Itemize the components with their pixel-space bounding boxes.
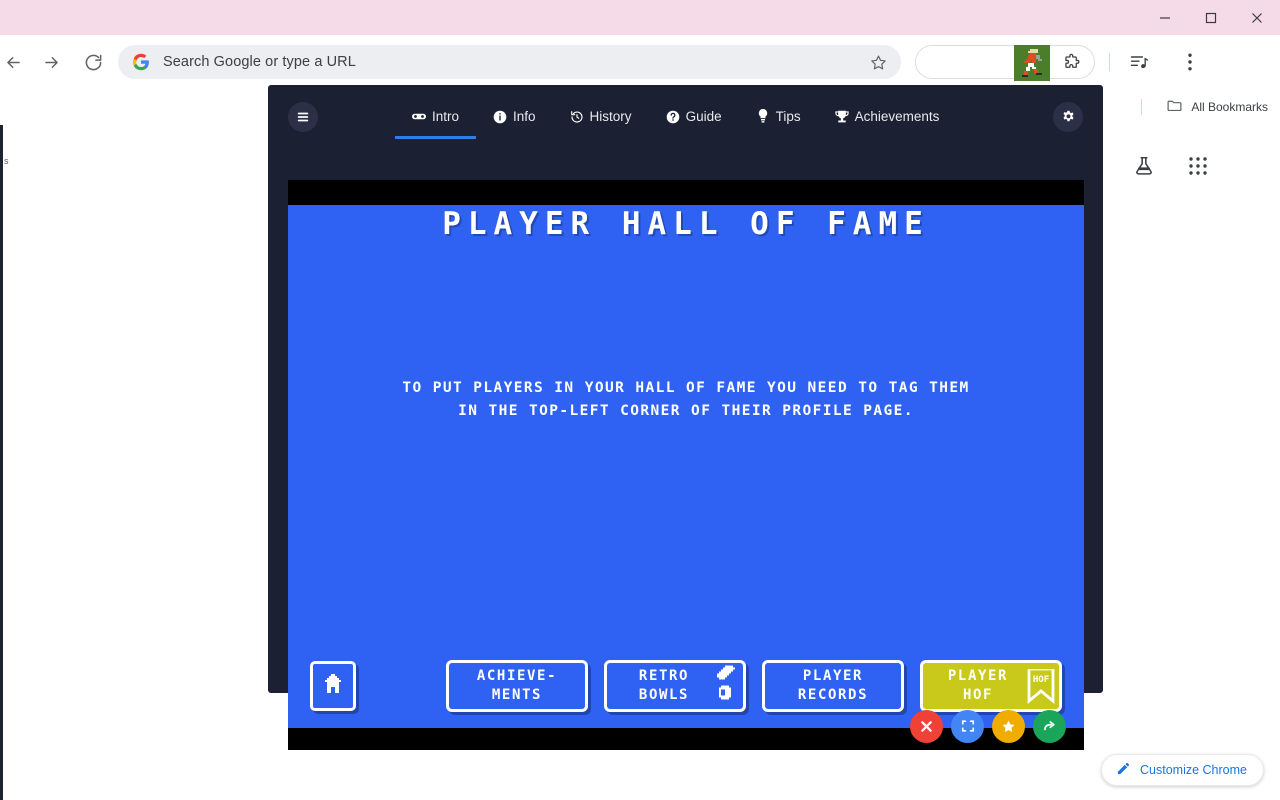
hof-banner-text: HOF xyxy=(1033,674,1050,685)
info-circle-icon xyxy=(493,110,507,124)
ntp-left-edge-decoration xyxy=(0,125,3,800)
tab-history-label: History xyxy=(589,109,632,124)
customize-chrome-label: Customize Chrome xyxy=(1140,763,1247,777)
tab-tips[interactable]: Tips xyxy=(739,97,818,137)
history-icon xyxy=(570,110,584,124)
tab-info[interactable]: Info xyxy=(476,97,553,137)
ntp-edge-text: s xyxy=(4,156,9,166)
game-overlay-window: Intro Info History Guide Tips Achievemen… xyxy=(268,85,1103,750)
minimize-icon[interactable] xyxy=(1142,0,1188,35)
reload-icon[interactable] xyxy=(74,43,112,81)
forward-arrow-icon[interactable] xyxy=(32,43,70,81)
close-icon[interactable] xyxy=(1234,0,1280,35)
window-titlebar xyxy=(0,0,1280,35)
question-circle-icon xyxy=(666,110,680,124)
home-icon xyxy=(320,672,346,701)
browser-toolbar: Search Google or type a URL xyxy=(0,35,1280,89)
retro-bowl-player-icon[interactable] xyxy=(1014,45,1050,81)
tab-achievements[interactable]: Achievements xyxy=(818,97,957,137)
game-screen-title: PLAYER HALL OF FAME xyxy=(442,206,930,242)
game-screen-background xyxy=(288,205,1084,728)
game-screen-body: TO PUT PLAYERS IN YOUR HALL OF FAME YOU … xyxy=(328,377,1044,423)
gamepad-icon xyxy=(412,110,426,124)
folder-icon xyxy=(1166,97,1183,117)
fullscreen-button[interactable] xyxy=(951,709,984,743)
game-body-line-1: TO PUT PLAYERS IN YOUR HALL OF FAME YOU … xyxy=(402,380,970,396)
three-dot-menu-icon[interactable] xyxy=(1176,47,1204,77)
game-action-buttons xyxy=(910,702,1076,750)
game-navigation-bar: Intro Info History Guide Tips Achievemen… xyxy=(268,85,1103,148)
achievements-button-label: ACHIEVE- MENTS xyxy=(476,668,558,703)
player-hof-button-label: PLAYER HOF xyxy=(947,668,1009,703)
tab-tips-label: Tips xyxy=(775,109,801,124)
omnibox-text: Search Google or type a URL xyxy=(163,54,356,70)
google-apps-grid-icon[interactable] xyxy=(1184,152,1212,180)
tab-info-label: Info xyxy=(513,109,536,124)
toolbar-divider xyxy=(1109,53,1110,71)
all-bookmarks-button[interactable]: All Bookmarks xyxy=(1160,93,1274,121)
tab-history[interactable]: History xyxy=(553,97,649,137)
lightbulb-icon xyxy=(756,109,770,124)
maximize-icon[interactable] xyxy=(1188,0,1234,35)
close-game-button[interactable] xyxy=(910,709,943,743)
star-icon[interactable] xyxy=(865,49,891,75)
bookmarks-divider xyxy=(1141,99,1143,115)
share-button[interactable] xyxy=(1033,709,1066,743)
tab-guide-label: Guide xyxy=(685,109,722,124)
ntp-top-right-icons xyxy=(1130,152,1212,180)
game-canvas[interactable]: PLAYER HALL OF FAME TO PUT PLAYERS IN YO… xyxy=(288,180,1084,750)
puzzle-piece-icon[interactable] xyxy=(1054,45,1088,79)
trophy-pixel-icon xyxy=(713,664,737,709)
google-g-icon xyxy=(132,53,150,71)
player-records-button[interactable]: PLAYER RECORDS xyxy=(762,660,904,712)
tab-intro[interactable]: Intro xyxy=(395,97,477,139)
trophy-icon xyxy=(834,110,849,124)
extension-pill[interactable] xyxy=(915,45,1095,81)
tab-achievements-label: Achievements xyxy=(854,109,940,124)
tab-intro-label: Intro xyxy=(432,109,460,124)
tab-guide[interactable]: Guide xyxy=(649,97,739,137)
game-body-line-2: IN THE TOP-LEFT CORNER OF THEIR PROFILE … xyxy=(458,403,914,419)
achievements-button[interactable]: ACHIEVE- MENTS xyxy=(446,660,588,712)
pencil-icon xyxy=(1116,761,1131,779)
retro-bowls-button[interactable]: RETRO BOWLS xyxy=(604,660,746,712)
hamburger-menu-icon[interactable] xyxy=(288,101,318,132)
media-playlist-icon[interactable] xyxy=(1124,47,1154,77)
retro-bowls-button-label: RETRO BOWLS xyxy=(638,668,690,703)
home-button[interactable] xyxy=(310,661,356,711)
gear-icon[interactable] xyxy=(1053,102,1083,132)
player-records-button-label: PLAYER RECORDS xyxy=(797,668,869,703)
back-arrow-icon[interactable] xyxy=(0,43,32,81)
lab-flask-icon[interactable] xyxy=(1130,152,1158,180)
game-nav-tabs: Intro Info History Guide Tips Achievemen… xyxy=(395,97,957,139)
all-bookmarks-label: All Bookmarks xyxy=(1191,100,1268,114)
omnibox[interactable]: Search Google or type a URL xyxy=(118,45,901,79)
favorite-button[interactable] xyxy=(992,709,1025,743)
customize-chrome-button[interactable]: Customize Chrome xyxy=(1101,754,1264,786)
